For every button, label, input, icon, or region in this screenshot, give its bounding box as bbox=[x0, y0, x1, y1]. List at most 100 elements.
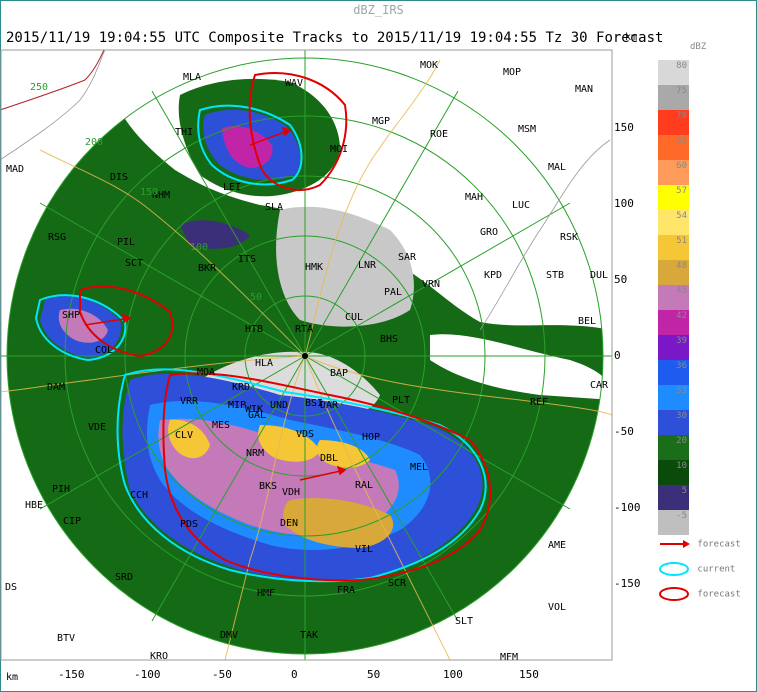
outline-ellipse-icon bbox=[659, 587, 689, 601]
station-label: MOK bbox=[420, 60, 438, 71]
station-label: PAL bbox=[384, 287, 402, 298]
station-label: HBE bbox=[25, 500, 43, 511]
legend-key-arrow: forecast bbox=[658, 536, 753, 552]
y-tick-label: 100 bbox=[614, 197, 634, 210]
y-tick-label: -150 bbox=[614, 577, 641, 590]
station-label: BKR bbox=[198, 263, 217, 274]
station-label: RSG bbox=[48, 232, 66, 243]
station-label: LNR bbox=[358, 260, 377, 271]
station-label: COL bbox=[95, 345, 113, 356]
y-tick-label: 0 bbox=[614, 349, 621, 362]
station-label: BKS bbox=[259, 481, 277, 492]
station-label: PLT bbox=[392, 395, 410, 406]
station-label: VIL bbox=[355, 544, 373, 555]
station-label: BHS bbox=[380, 334, 398, 345]
station-label: RTA bbox=[295, 324, 313, 335]
station-label: SRD bbox=[115, 572, 133, 583]
station-label: DAR bbox=[320, 400, 339, 411]
station-label: MAN bbox=[575, 84, 593, 95]
station-label: HTB bbox=[245, 324, 263, 335]
legend-level-label: 57 bbox=[676, 186, 687, 196]
legend-key-label: forecast bbox=[692, 589, 741, 600]
legend-swatch: 10 bbox=[658, 460, 689, 485]
station-label: CIP bbox=[63, 516, 81, 527]
station-label: MFM bbox=[500, 652, 518, 663]
y-tick-label: 50 bbox=[614, 273, 628, 286]
station-label: LUC bbox=[512, 200, 530, 211]
legend-level-label: 33 bbox=[676, 386, 687, 396]
station-label: RSK bbox=[560, 232, 578, 243]
station-label: THI bbox=[175, 127, 193, 138]
legend-swatch: 39 bbox=[658, 335, 689, 360]
station-label: HMK bbox=[305, 262, 323, 273]
station-label: DMV bbox=[220, 630, 238, 641]
legend-key-label: current bbox=[692, 564, 736, 575]
legend-swatch: 70 bbox=[658, 110, 689, 135]
station-label: MAH bbox=[465, 192, 483, 203]
station-label: MLA bbox=[183, 72, 201, 83]
station-label: MAD bbox=[6, 164, 24, 175]
range-ring-label: 250 bbox=[30, 82, 48, 93]
x-tick-label: 150 bbox=[519, 668, 539, 681]
station-label: DS bbox=[5, 582, 17, 593]
legend-level-label: 10 bbox=[676, 461, 687, 471]
legend-level-label: 65 bbox=[676, 136, 687, 146]
station-label: MOI bbox=[330, 144, 348, 155]
legend-swatch: 30 bbox=[658, 410, 689, 435]
legend-level-label: 48 bbox=[676, 261, 687, 271]
station-label: MGP bbox=[372, 116, 390, 127]
legend-swatch: 51 bbox=[658, 235, 689, 260]
radar-map[interactable]: MLAWAVMOKMOPMANTHIMGPROE MSMMADDISMOINHML… bbox=[0, 0, 757, 692]
legend-level-label: -5 bbox=[676, 511, 687, 521]
dbz-legend: 80 75 70 65 60 57 54 51 48 45 42 39 36 33 30 20 10 5 -5 bbox=[658, 60, 694, 535]
station-label: BTV bbox=[57, 633, 75, 644]
y-axis-unit: km bbox=[625, 32, 638, 43]
station-label: REF bbox=[530, 397, 548, 408]
station-label: DEN bbox=[280, 518, 298, 529]
legend-level-label: 75 bbox=[676, 86, 687, 96]
station-label: KRO bbox=[150, 651, 168, 662]
station-label: ITS bbox=[238, 254, 256, 265]
station-label: LEI bbox=[223, 182, 241, 193]
legend-level-label: 70 bbox=[676, 111, 687, 121]
station-label: NRM bbox=[246, 448, 264, 459]
station-label: FRA bbox=[337, 585, 355, 596]
legend-swatch: 33 bbox=[658, 385, 689, 410]
station-label: CCH bbox=[130, 490, 148, 501]
station-label: DAM bbox=[47, 382, 65, 393]
range-ring-label: 50 bbox=[250, 292, 262, 303]
station-label: WIK bbox=[245, 404, 263, 415]
station-label: HLA bbox=[255, 358, 273, 369]
outline-ellipse-icon bbox=[659, 562, 689, 576]
legend-swatch: 80 bbox=[658, 60, 689, 85]
station-label: KPD bbox=[484, 270, 502, 281]
station-label: DBL bbox=[320, 453, 338, 464]
range-ring-label: 100 bbox=[190, 242, 208, 253]
legend-level-label: 39 bbox=[676, 336, 687, 346]
station-label: RAL bbox=[355, 480, 373, 491]
station-label: SAR bbox=[398, 252, 417, 263]
station-label: MAL bbox=[548, 162, 566, 173]
legend-swatch: 45 bbox=[658, 285, 689, 310]
legend-level-label: 36 bbox=[676, 361, 687, 371]
station-label: CAR bbox=[590, 380, 609, 391]
legend-swatch: 42 bbox=[658, 310, 689, 335]
station-label: CLV bbox=[175, 430, 193, 441]
station-label: VRR bbox=[180, 396, 199, 407]
station-label: SLT bbox=[455, 616, 473, 627]
station-label: TAK bbox=[300, 630, 318, 641]
station-label: HMF bbox=[257, 588, 275, 599]
legend-key-label: forecast bbox=[692, 539, 741, 550]
x-tick-label: -150 bbox=[58, 668, 85, 681]
y-tick-label: 150 bbox=[614, 121, 634, 134]
legend-level-label: 80 bbox=[676, 61, 687, 71]
legend-swatch: 36 bbox=[658, 360, 689, 385]
legend-swatch: 60 bbox=[658, 160, 689, 185]
legend-level-label: 42 bbox=[676, 311, 687, 321]
station-label: CUL bbox=[345, 312, 363, 323]
station-label: DUL bbox=[590, 270, 608, 281]
legend-swatch: 48 bbox=[658, 260, 689, 285]
range-ring-label: 200 bbox=[85, 137, 103, 148]
station-label: WAV bbox=[285, 78, 303, 89]
station-label: BEL bbox=[578, 316, 596, 327]
